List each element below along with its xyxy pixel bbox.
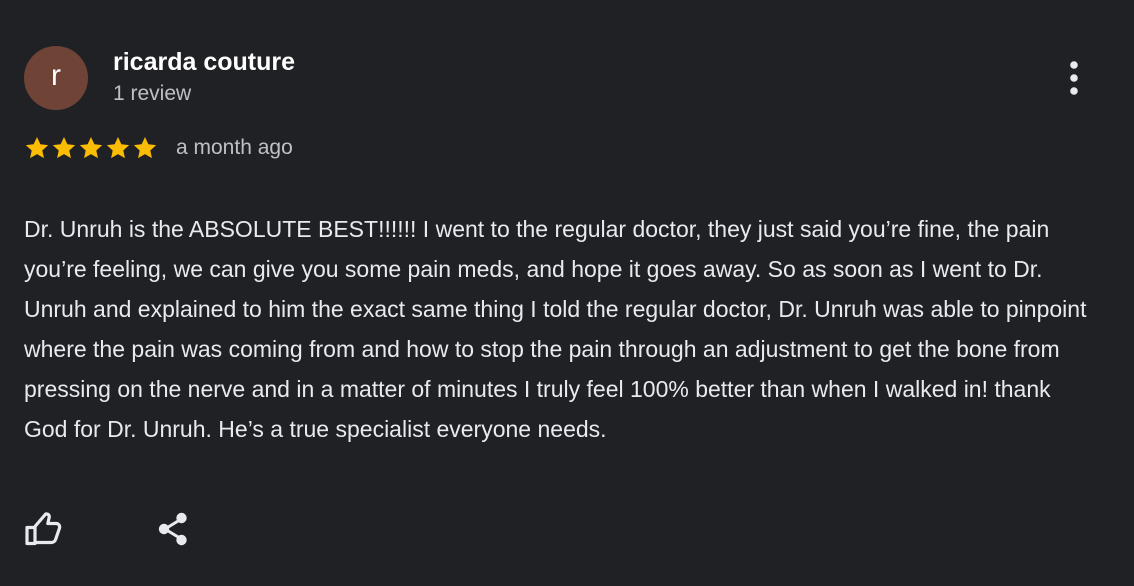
star-icon bbox=[133, 137, 157, 159]
star-icon bbox=[25, 137, 49, 159]
star-rating bbox=[24, 135, 158, 161]
star-icon bbox=[79, 137, 103, 159]
three-dots-vertical-icon bbox=[1070, 61, 1078, 95]
like-button[interactable] bbox=[21, 506, 67, 552]
share-icon bbox=[158, 512, 187, 546]
avatar-initial: r bbox=[51, 59, 61, 92]
thumbs-up-icon bbox=[25, 512, 62, 546]
rating-row: a month ago bbox=[24, 132, 293, 164]
review-time: a month ago bbox=[176, 136, 293, 159]
review-count: 1 review bbox=[113, 82, 192, 105]
share-button[interactable] bbox=[150, 506, 196, 552]
reviewer-name[interactable]: ricarda couture bbox=[113, 47, 295, 77]
review-card: r ricarda couture 1 review a month ago D… bbox=[0, 0, 1134, 586]
avatar[interactable]: r bbox=[24, 46, 88, 110]
star-icon bbox=[52, 137, 76, 159]
more-options-button[interactable] bbox=[1058, 56, 1090, 100]
star-icon bbox=[106, 137, 130, 159]
review-text: Dr. Unruh is the ABSOLUTE BEST!!!!!! I w… bbox=[24, 216, 1087, 442]
